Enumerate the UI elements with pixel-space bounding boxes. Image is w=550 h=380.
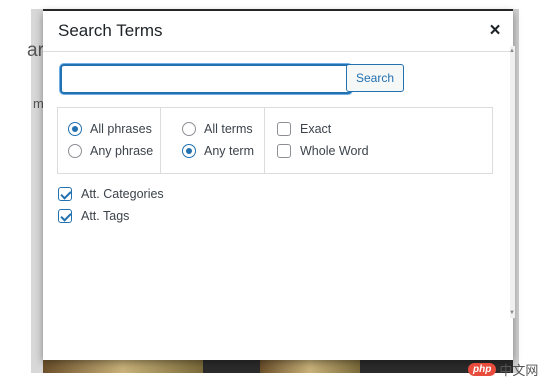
checkbox-att-categories[interactable]: Att. Categories — [58, 187, 164, 201]
radio-button[interactable] — [182, 144, 196, 158]
checkbox-label: Att. Categories — [81, 187, 164, 201]
checkbox-exact[interactable]: Exact — [277, 122, 331, 136]
modal-scrollbar[interactable] — [510, 46, 515, 318]
divider — [264, 108, 265, 173]
background-page-left — [31, 9, 43, 373]
modal-header: Search Terms × — [43, 11, 513, 52]
radio-any-phrase[interactable]: Any phrase — [68, 144, 153, 158]
watermark-badge: php — [468, 363, 497, 376]
close-button[interactable]: × — [485, 21, 505, 41]
background-page-text: ar — [27, 40, 44, 61]
search-button[interactable]: Search — [346, 64, 404, 92]
watermark-text: 中文网 — [499, 363, 539, 378]
checkbox-label: Exact — [300, 122, 332, 136]
radio-button[interactable] — [182, 122, 196, 136]
checkbox[interactable] — [277, 144, 291, 158]
radio-all-terms[interactable]: All terms — [182, 122, 253, 136]
radio-label: Any phrase — [90, 144, 154, 158]
close-icon: × — [489, 20, 501, 41]
search-input[interactable] — [60, 64, 352, 94]
watermark-logo: php 中文网 — [468, 360, 538, 379]
divider — [160, 108, 161, 173]
checkbox-att-tags[interactable]: Att. Tags — [58, 209, 129, 223]
search-terms-modal: Search Terms × Search All phrases Any ph… — [43, 11, 513, 360]
radio-label: Any term — [204, 144, 255, 158]
check-icon[interactable] — [58, 209, 72, 223]
search-options-group: All phrases Any phrase All terms Any ter… — [57, 107, 493, 174]
checkbox[interactable] — [277, 122, 291, 136]
radio-label: All terms — [204, 122, 253, 136]
scroll-down-icon[interactable]: ▼ — [509, 310, 515, 316]
radio-button[interactable] — [68, 144, 82, 158]
check-icon[interactable] — [58, 187, 72, 201]
radio-all-phrases[interactable]: All phrases — [68, 122, 152, 136]
radio-any-term[interactable]: Any term — [182, 144, 254, 158]
modal-title: Search Terms — [58, 21, 163, 40]
checkbox-label: Att. Tags — [81, 209, 130, 223]
checkbox-label: Whole Word — [300, 144, 369, 158]
radio-button[interactable] — [68, 122, 82, 136]
checkbox-whole-word[interactable]: Whole Word — [277, 144, 369, 158]
radio-label: All phrases — [90, 122, 152, 136]
background-thumbnail — [260, 360, 360, 373]
scroll-up-icon[interactable]: ▲ — [509, 48, 515, 54]
background-thumbnail — [43, 360, 203, 373]
